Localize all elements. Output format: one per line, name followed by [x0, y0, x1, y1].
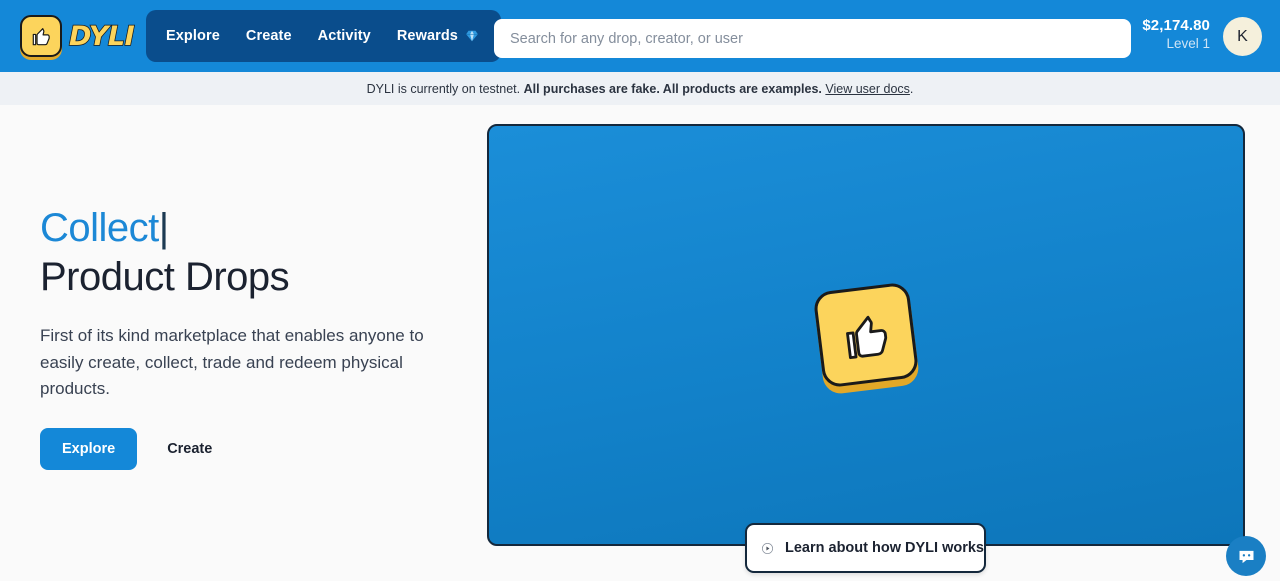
site-header: DYLI Explore Create Activity Rewards $2,…	[0, 0, 1280, 72]
hero-headline-static: Product Drops	[40, 255, 290, 300]
typing-caret: |	[158, 206, 169, 250]
banner-text-bold: All purchases are fake. All products are…	[523, 81, 822, 96]
wallet-level: Level 1	[1166, 35, 1210, 51]
nav-item-rewards[interactable]: Rewards	[397, 28, 479, 44]
video-cta-label: Learn about how DYLI works	[785, 540, 984, 556]
create-button[interactable]: Create	[145, 428, 234, 470]
nav-item-create[interactable]: Create	[246, 28, 292, 44]
logo-home-link[interactable]: DYLI	[20, 13, 136, 59]
hero-headline-animated: Collect|	[40, 205, 460, 252]
chat-support-button[interactable]	[1226, 536, 1266, 576]
thumbs-up-icon	[812, 281, 920, 389]
nav-item-activity[interactable]: Activity	[318, 28, 371, 44]
wallet-summary[interactable]: $2,174.80 Level 1	[1142, 17, 1210, 53]
play-circle-icon	[761, 542, 774, 554]
hero-video-card[interactable]	[487, 124, 1245, 546]
thumbs-up-icon	[20, 15, 62, 57]
hero-copy: Collect| Product Drops First of its kind…	[40, 205, 460, 471]
avatar-initial: K	[1237, 27, 1248, 45]
learn-how-dyli-works-button[interactable]: Learn about how DYLI works	[745, 523, 986, 573]
logo-wordmark: DYLI	[68, 20, 135, 52]
hero-actions: Explore Create	[40, 428, 460, 471]
hero-subtitle: First of its kind marketplace that enabl…	[40, 326, 424, 399]
nav-item-label: Activity	[317, 28, 371, 44]
primary-nav: Explore Create Activity Rewards	[146, 10, 501, 62]
nav-item-explore[interactable]: Explore	[166, 28, 220, 44]
nav-item-label: Rewards	[396, 28, 458, 44]
explore-button[interactable]: Explore	[40, 428, 138, 471]
banner-trailing-period: .	[909, 81, 914, 96]
wallet-balance: $2,174.80	[1142, 17, 1210, 34]
view-user-docs-link[interactable]: View user docs	[825, 82, 910, 96]
nav-item-label: Explore	[166, 28, 220, 44]
avatar[interactable]: K	[1223, 17, 1262, 56]
banner-text-plain: DYLI is currently on testnet.	[366, 81, 521, 96]
gem-icon	[466, 30, 478, 42]
testnet-banner: DYLI is currently on testnet. All purcha…	[0, 72, 1280, 105]
chat-bubble-icon	[1239, 550, 1253, 563]
nav-item-label: Create	[245, 28, 292, 44]
search-input[interactable]	[494, 19, 1131, 58]
hero-headline-word: Collect	[40, 206, 159, 250]
